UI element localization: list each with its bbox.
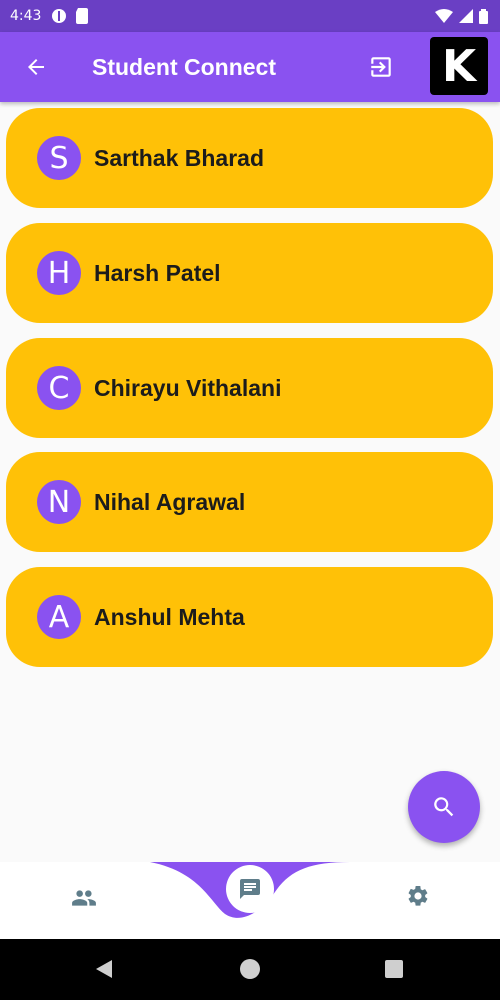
app-bar: Student Connect K — [0, 32, 500, 102]
chat-icon — [240, 879, 260, 899]
system-home-button[interactable] — [240, 959, 260, 979]
arrow-left-icon — [28, 59, 44, 75]
status-time: 4:43 — [10, 8, 42, 24]
search-icon — [434, 797, 454, 817]
student-name: Chirayu Vithalani — [94, 375, 282, 401]
avatar: S — [37, 136, 81, 180]
status-bar: 4:43 — [0, 0, 500, 32]
student-card[interactable]: S Sarthak Bharad — [6, 108, 493, 208]
avatar: H — [37, 251, 81, 295]
app-notification-icon — [52, 9, 67, 23]
avatar: A — [37, 595, 81, 639]
status-left-icons — [51, 8, 89, 24]
avatar: C — [37, 366, 81, 410]
nav-students-button[interactable] — [68, 882, 100, 914]
student-card[interactable]: N Nihal Agrawal — [6, 452, 493, 552]
system-back-icon[interactable] — [94, 959, 114, 979]
student-name: Nihal Agrawal — [94, 489, 246, 515]
logout-icon — [371, 57, 391, 77]
search-fab-button[interactable] — [408, 771, 480, 843]
nav-settings-button[interactable] — [402, 880, 434, 912]
page-title: Student Connect — [92, 54, 276, 80]
nav-chat-button[interactable] — [226, 865, 274, 913]
signal-icon — [459, 9, 473, 23]
student-card[interactable]: A Anshul Mehta — [6, 567, 493, 667]
status-right-icons — [435, 8, 488, 24]
logout-button[interactable] — [366, 52, 396, 82]
student-card[interactable]: C Chirayu Vithalani — [6, 338, 493, 438]
student-name: Sarthak Bharad — [94, 145, 265, 171]
gear-icon — [408, 885, 428, 906]
student-card[interactable]: H Harsh Patel — [6, 223, 493, 323]
battery-icon — [479, 8, 488, 24]
student-name: Harsh Patel — [94, 260, 221, 286]
back-button[interactable] — [22, 53, 50, 81]
student-name: Anshul Mehta — [94, 604, 245, 630]
sd-card-icon — [76, 8, 89, 24]
people-icon — [72, 890, 96, 906]
system-recents-button[interactable] — [385, 960, 403, 978]
app-logo-badge: K — [430, 37, 488, 95]
bottom-navigation — [0, 862, 500, 939]
wifi-icon — [435, 9, 453, 23]
avatar: N — [37, 480, 81, 524]
system-navigation-bar — [0, 939, 500, 1000]
